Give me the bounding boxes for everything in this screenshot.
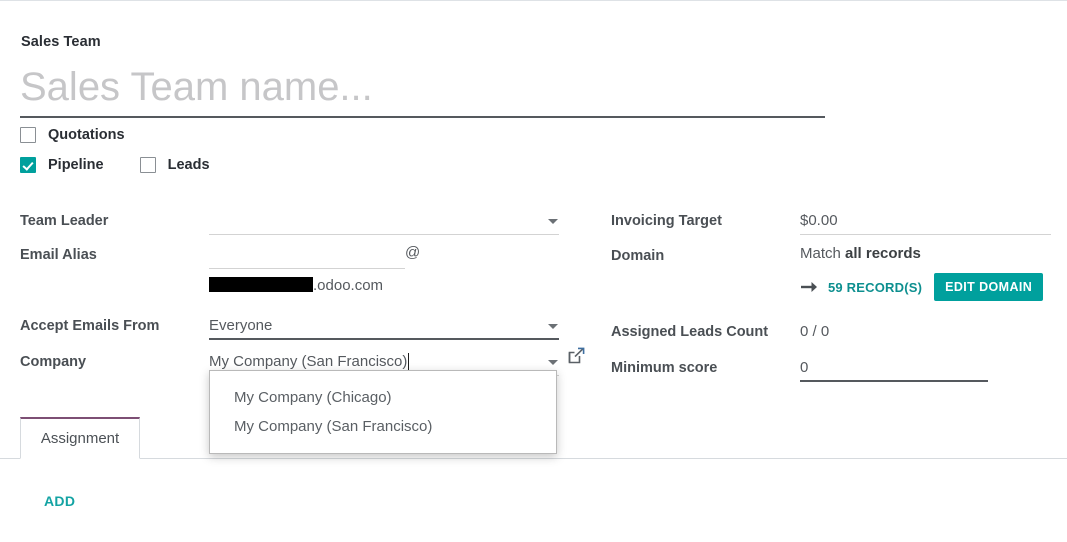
checkbox-leads[interactable] [139,157,156,173]
label-team-leader: Team Leader [20,213,109,229]
field-email-alias: Email Alias @ .odoo.com [20,244,580,294]
page-title: Sales Team [21,34,101,50]
label-accept-emails-from: Accept Emails From [20,318,160,334]
field-domain: Domain Match all records 59 RECORD(S) ED… [611,245,1051,301]
chevron-down-icon[interactable] [548,324,558,329]
domain-match-strong: all records [845,245,921,262]
label-assigned-leads-count: Assigned Leads Count [611,324,769,340]
value-company: My Company (San Francisco) [209,353,408,370]
input-email-alias[interactable] [209,244,405,269]
label-domain: Domain [611,248,665,264]
dropdown-option-chicago[interactable]: My Company (Chicago) [210,383,556,412]
checkbox-row-quotations: Quotations [20,127,125,143]
label-company: Company [20,354,87,370]
sales-team-name-placeholder: Sales Team name... [20,65,373,109]
domain-match-prefix: Match [800,245,846,262]
select-accept-emails-from[interactable]: Everyone [209,315,559,340]
label-minimum-score: Minimum score [611,360,718,376]
field-assigned-leads-count: Assigned Leads Count 0 / 0 [611,321,1051,346]
field-accept-emails-from: Accept Emails From Everyone [20,315,580,340]
checkbox-pipeline[interactable] [20,157,36,173]
email-domain-suffix: .odoo.com [313,277,384,294]
value-invoicing-target: $0.00 [800,212,838,229]
records-count-link[interactable]: 59 RECORD(S) [828,280,922,295]
checkbox-quotations[interactable] [20,127,36,143]
tab-assignment[interactable]: Assignment [20,417,140,459]
input-minimum-score[interactable]: 0 [800,357,988,382]
chevron-down-icon[interactable] [548,360,558,365]
field-team-leader: Team Leader [20,210,580,235]
sales-team-form: Sales Team Sales Team name... Quotations… [0,0,1067,542]
field-invoicing-target: Invoicing Target $0.00 [611,210,1051,235]
add-button[interactable]: ADD [44,493,75,509]
checkbox-row-pipeline-leads: Pipeline Leads [20,157,210,173]
checkbox-label-quotations: Quotations [48,127,125,143]
email-alias-domain: .odoo.com [209,277,559,294]
value-minimum-score: 0 [800,359,809,376]
company-autocomplete-dropdown: My Company (Chicago) My Company (San Fra… [209,370,557,454]
value-accept-emails-from: Everyone [209,317,273,334]
value-assigned-leads-count: 0 / 0 [800,323,830,340]
domain-actions: 59 RECORD(S) EDIT DOMAIN [800,273,1051,301]
input-team-leader[interactable] [209,210,559,235]
tab-assignment-label: Assignment [40,430,120,447]
edit-domain-button[interactable]: EDIT DOMAIN [934,273,1044,301]
checkbox-label-pipeline: Pipeline [48,157,104,173]
sales-team-name-input[interactable]: Sales Team name... [20,60,825,118]
value-assigned-leads-count-box: 0 / 0 [800,321,1051,346]
redacted-domain-block [209,277,313,292]
arrow-right-icon [800,279,822,295]
chevron-down-icon[interactable] [548,219,558,224]
label-email-alias: Email Alias [20,247,97,263]
domain-match-text: Match all records [800,245,1051,262]
checkbox-label-leads: Leads [167,157,210,173]
email-alias-at-symbol: @ [405,244,421,261]
form-column-right: Invoicing Target $0.00 Domain Match all … [611,210,1051,382]
input-invoicing-target[interactable]: $0.00 [800,210,1051,235]
field-minimum-score: Minimum score 0 [611,357,1051,382]
label-invoicing-target: Invoicing Target [611,213,722,229]
dropdown-option-san-francisco[interactable]: My Company (San Francisco) [210,412,556,441]
open-company-record-icon[interactable] [568,347,585,364]
form-column-left: Team Leader Email Alias @ .odoo.com Acce… [20,210,580,376]
